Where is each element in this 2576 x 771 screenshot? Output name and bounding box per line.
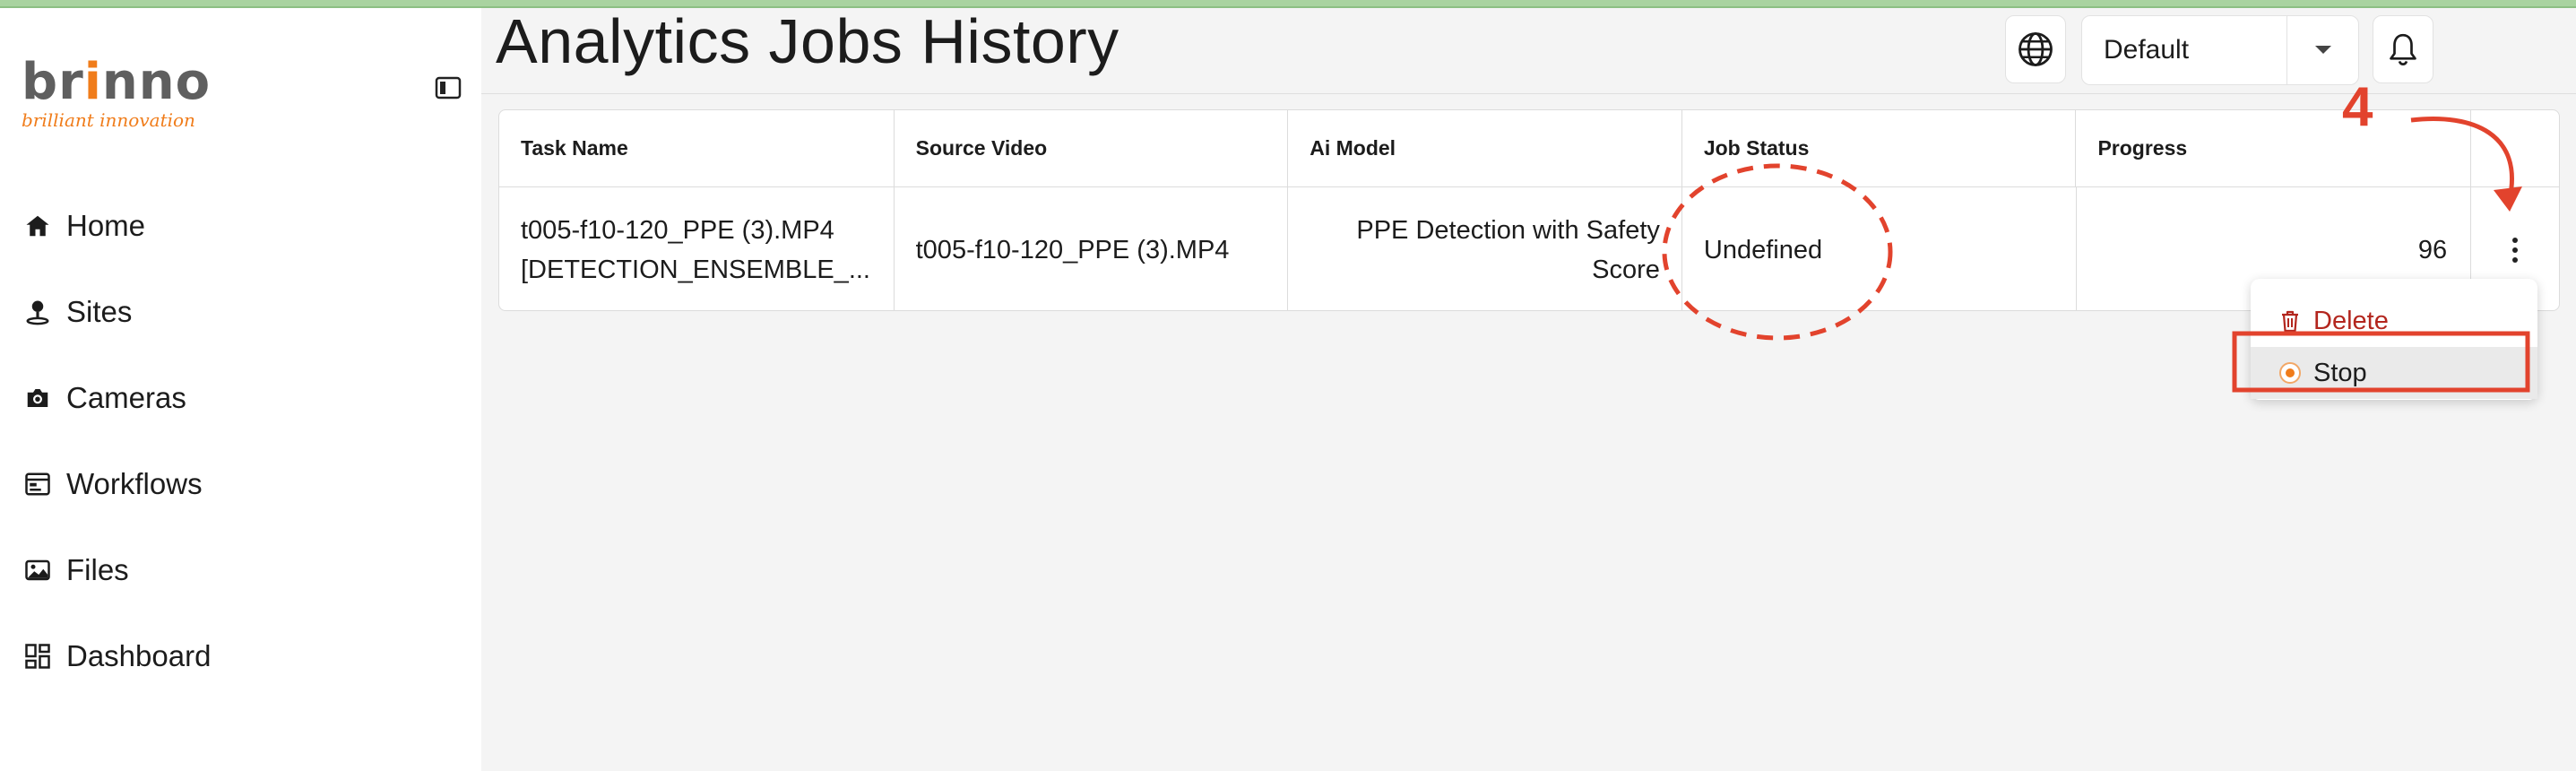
globe-icon — [2018, 32, 2053, 66]
header-divider — [481, 93, 2576, 94]
sidebar-item-label: Sites — [66, 295, 133, 328]
ai-model-line-1: PPE Detection with Safety — [1356, 215, 1660, 245]
menu-item-label: Stop — [2313, 358, 2367, 387]
sidebar-item-label: Home — [66, 209, 146, 242]
menu-item-stop[interactable]: Stop — [2251, 347, 2537, 399]
table-header-row: Task Name Source Video Ai Model Job Stat… — [499, 110, 2559, 187]
row-actions-kebab-button[interactable] — [2497, 228, 2533, 273]
home-icon — [22, 210, 54, 242]
dashboard-grid-icon — [22, 640, 54, 672]
camera-icon — [22, 382, 54, 414]
logo-word-part: nno — [101, 53, 212, 111]
sidebar-item-label: Dashboard — [66, 639, 212, 672]
cell-job-status: Undefined — [1682, 187, 2077, 310]
language-select-value: Default — [2104, 35, 2190, 65]
menu-item-label: Delete — [2313, 306, 2389, 335]
task-name-line-1: t005-f10-120_PPE (3).MP4 — [521, 215, 834, 245]
logo-word-part: br — [22, 53, 84, 111]
sidebar-item-dashboard[interactable]: Dashboard — [0, 613, 481, 699]
cell-task-name: t005-f10-120_PPE (3).MP4 [DETECTION_ENSE… — [499, 187, 895, 310]
stop-circle-icon — [2278, 360, 2303, 386]
kebab-dot — [2512, 256, 2519, 263]
logo-word-part-accent: i — [83, 53, 102, 111]
trash-icon — [2278, 308, 2303, 334]
dropdown-caret[interactable] — [2286, 16, 2358, 84]
kebab-dot — [2512, 237, 2519, 243]
column-header-actions — [2471, 110, 2559, 186]
language-select[interactable]: Default — [2081, 15, 2359, 85]
notifications-button[interactable] — [2373, 15, 2433, 83]
sidebar-item-files[interactable]: Files — [0, 527, 481, 613]
jobs-table: Task Name Source Video Ai Model Job Stat… — [498, 109, 2560, 311]
column-header-source-video[interactable]: Source Video — [895, 110, 1289, 186]
sidebar-item-label: Cameras — [66, 381, 186, 414]
sidebar-collapse-button[interactable] — [434, 74, 462, 102]
sidebar-item-sites[interactable]: Sites — [0, 269, 481, 355]
window-top-accent-bar — [0, 0, 2576, 8]
language-globe-button[interactable] — [2005, 15, 2066, 83]
sidebar-nav: Home Sites Cameras Workflows Files Dashb… — [0, 183, 481, 699]
row-actions-menu: Delete Stop — [2251, 279, 2537, 400]
column-header-progress[interactable]: Progress — [2076, 110, 2472, 186]
bell-icon — [2390, 33, 2416, 65]
files-image-icon — [22, 554, 54, 586]
sidebar-item-workflows[interactable]: Workflows — [0, 441, 481, 527]
ai-model-line-2: Score — [1592, 255, 1660, 284]
menu-item-delete[interactable]: Delete — [2251, 295, 2537, 347]
brinno-logo: brinno brilliant innovation — [22, 57, 210, 138]
column-header-job-status[interactable]: Job Status — [1682, 110, 2077, 186]
annotation-step-number: 4 — [2342, 76, 2373, 138]
column-header-task-name[interactable]: Task Name — [499, 110, 895, 186]
column-header-ai-model[interactable]: Ai Model — [1288, 110, 1682, 186]
sidebar: brinno brilliant innovation Home Sites C… — [0, 8, 481, 771]
caret-down-icon — [2314, 46, 2331, 54]
kebab-dot — [2512, 247, 2519, 253]
sidebar-item-label: Workflows — [66, 467, 203, 500]
cell-ai-model: PPE Detection with Safety Score — [1288, 187, 1682, 310]
logo-tagline: brilliant innovation — [22, 109, 195, 131]
sidebar-item-cameras[interactable]: Cameras — [0, 355, 481, 441]
sidebar-item-home[interactable]: Home — [0, 183, 481, 269]
logo-wordmark: brinno — [22, 57, 210, 108]
cell-source-video: t005-f10-120_PPE (3).MP4 — [895, 187, 1289, 310]
workflows-icon — [22, 468, 54, 500]
page-title: Analytics Jobs History — [496, 6, 1119, 76]
task-name-line-2: [DETECTION_ENSEMBLE_... — [521, 255, 870, 284]
sidebar-toggle-icon — [435, 76, 462, 100]
sites-pin-icon — [22, 296, 54, 328]
sidebar-item-label: Files — [66, 553, 129, 586]
